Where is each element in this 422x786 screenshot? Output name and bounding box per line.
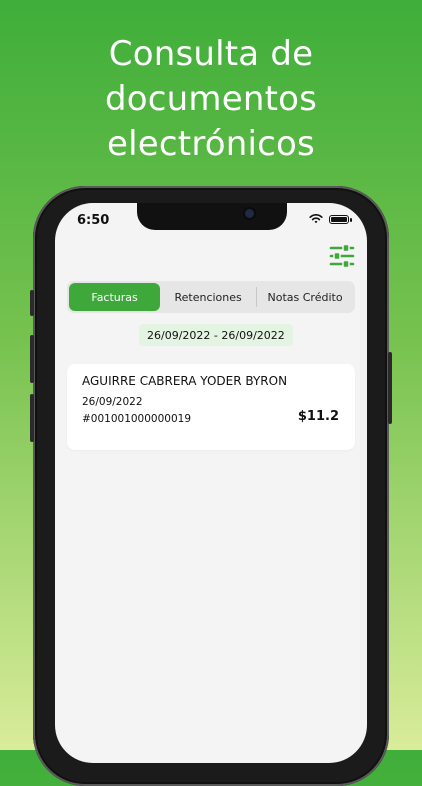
document-date: 26/09/2022: [82, 396, 143, 408]
tab-label: Notas Crédito: [267, 290, 343, 304]
phone-power-button: [388, 352, 392, 424]
battery-icon: [329, 214, 352, 224]
phone-volume-up-button: [30, 335, 34, 383]
document-card[interactable]: AGUIRRE CABRERA YODER BYRON 26/09/2022 #…: [67, 364, 355, 450]
tab-label: Retenciones: [174, 290, 242, 304]
tab-facturas[interactable]: Facturas: [69, 283, 161, 311]
phone-notch: [137, 203, 287, 230]
headline-line-1: Consulta de: [108, 34, 314, 74]
phone-volume-down-button: [30, 394, 34, 442]
sliders-icon[interactable]: [329, 243, 355, 269]
status-time: 6:50: [77, 213, 110, 228]
headline-line-3: electrónicos: [107, 124, 315, 164]
headline-line-2: documentos: [104, 79, 318, 119]
marketing-headline: Consulta de documentos electrónicos: [0, 32, 422, 167]
tab-label: Facturas: [91, 290, 138, 304]
document-type-segmented-control: Facturas Retenciones Notas Crédito: [67, 281, 355, 313]
wifi-icon: [309, 214, 323, 224]
status-icons: [309, 214, 352, 224]
camera-icon: [245, 209, 254, 218]
tab-notas-credito[interactable]: Notas Crédito: [257, 283, 353, 311]
document-amount: $11.2: [297, 409, 339, 424]
phone-side-button: [30, 290, 34, 316]
app-screen: 6:50 Facturas Retenciones Notas Crédito …: [55, 203, 367, 763]
date-range-chip[interactable]: 26/09/2022 - 26/09/2022: [139, 324, 293, 346]
tab-retenciones[interactable]: Retenciones: [160, 283, 256, 311]
document-number: #001001000000019: [82, 413, 192, 425]
document-client-name: AGUIRRE CABRERA YODER BYRON: [82, 374, 288, 388]
